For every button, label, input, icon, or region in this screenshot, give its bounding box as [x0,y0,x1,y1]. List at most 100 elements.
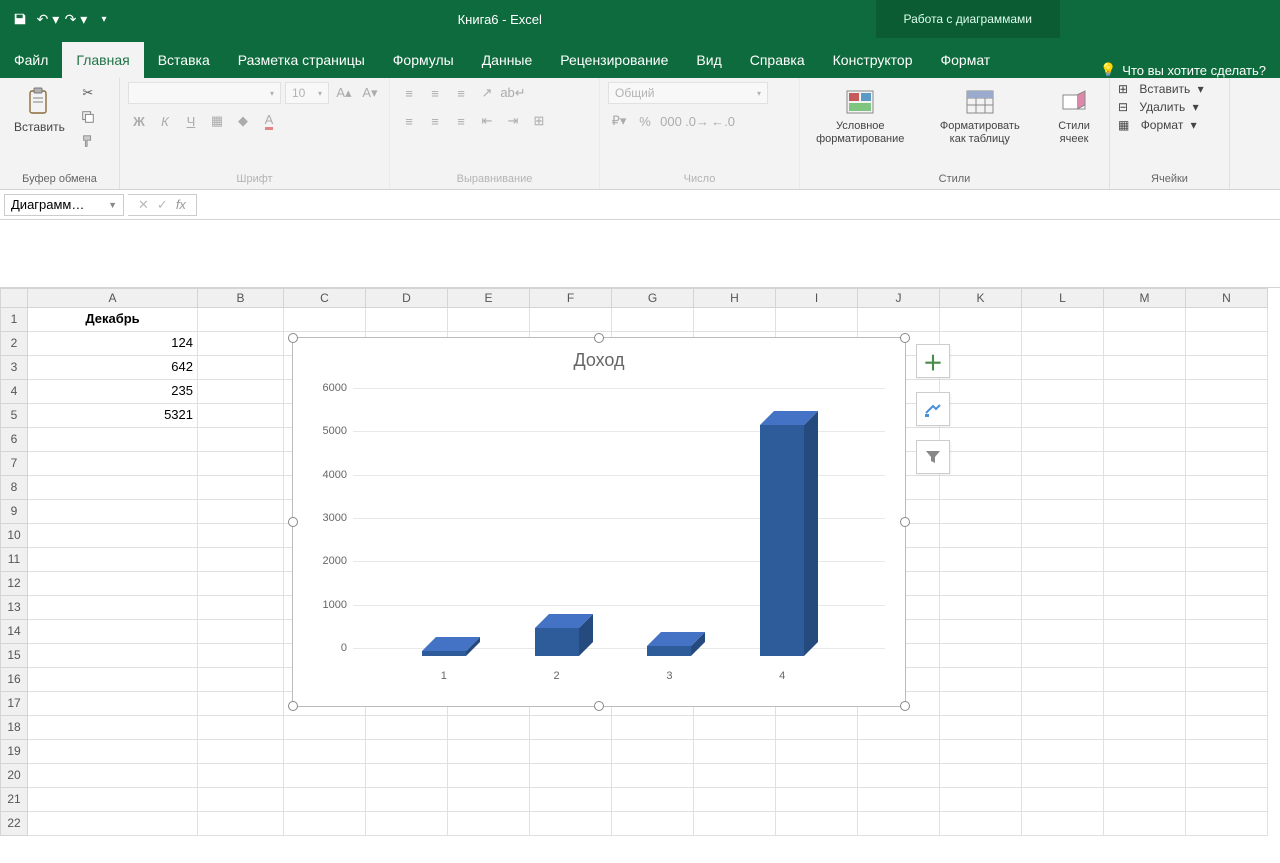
resize-handle-n[interactable] [594,333,604,343]
cell-B17[interactable] [198,692,284,716]
cell-A3[interactable]: 642 [28,356,198,380]
cell-G18[interactable] [612,716,694,740]
cell-C20[interactable] [284,764,366,788]
cell-A18[interactable] [28,716,198,740]
cell-N14[interactable] [1186,620,1268,644]
align-left-icon[interactable]: ≡ [398,110,420,132]
cell-E21[interactable] [448,788,530,812]
cell-L9[interactable] [1022,500,1104,524]
cell-L7[interactable] [1022,452,1104,476]
cell-B19[interactable] [198,740,284,764]
cell-M11[interactable] [1104,548,1186,572]
cell-A8[interactable] [28,476,198,500]
col-header-G[interactable]: G [612,288,694,308]
cell-K13[interactable] [940,596,1022,620]
cell-N8[interactable] [1186,476,1268,500]
cell-M16[interactable] [1104,668,1186,692]
cell-N4[interactable] [1186,380,1268,404]
resize-handle-s[interactable] [594,701,604,711]
cell-H19[interactable] [694,740,776,764]
cell-L15[interactable] [1022,644,1104,668]
row-header-2[interactable]: 2 [0,332,28,356]
cell-K11[interactable] [940,548,1022,572]
resize-handle-nw[interactable] [288,333,298,343]
cell-L16[interactable] [1022,668,1104,692]
fill-color-icon[interactable]: ◆ [232,110,254,132]
resize-handle-e[interactable] [900,517,910,527]
tell-me-search[interactable]: 💡Что вы хотите сделать? [1086,62,1280,78]
copy-icon[interactable] [77,106,99,128]
align-bottom-icon[interactable]: ≡ [450,82,472,104]
cell-B11[interactable] [198,548,284,572]
fx-cancel-icon[interactable]: ✕ [138,197,149,213]
row-header-7[interactable]: 7 [0,452,28,476]
cell-A10[interactable] [28,524,198,548]
cell-N5[interactable] [1186,404,1268,428]
cell-L12[interactable] [1022,572,1104,596]
cell-K8[interactable] [940,476,1022,500]
align-right-icon[interactable]: ≡ [450,110,472,132]
cell-E1[interactable] [448,308,530,332]
tab-формулы[interactable]: Формулы [379,42,468,78]
cell-C21[interactable] [284,788,366,812]
worksheet[interactable]: ABCDEFGHIJKLMN Доход 0100020003000400050… [0,288,1280,836]
tab-формат[interactable]: Формат [926,42,1004,78]
tab-справка[interactable]: Справка [736,42,819,78]
cell-A17[interactable] [28,692,198,716]
cell-M21[interactable] [1104,788,1186,812]
cell-A11[interactable] [28,548,198,572]
col-header-B[interactable]: B [198,288,284,308]
resize-handle-sw[interactable] [288,701,298,711]
cell-J1[interactable] [858,308,940,332]
col-header-H[interactable]: H [694,288,776,308]
cell-K4[interactable] [940,380,1022,404]
cell-K19[interactable] [940,740,1022,764]
col-header-N[interactable]: N [1186,288,1268,308]
cell-D1[interactable] [366,308,448,332]
save-icon[interactable] [8,7,32,31]
cell-L1[interactable] [1022,308,1104,332]
cell-A7[interactable] [28,452,198,476]
cell-N11[interactable] [1186,548,1268,572]
cell-E19[interactable] [448,740,530,764]
cell-N22[interactable] [1186,812,1268,836]
cell-G19[interactable] [612,740,694,764]
cell-B7[interactable] [198,452,284,476]
cell-M17[interactable] [1104,692,1186,716]
cell-L13[interactable] [1022,596,1104,620]
cell-B3[interactable] [198,356,284,380]
cell-B15[interactable] [198,644,284,668]
col-header-C[interactable]: C [284,288,366,308]
cell-M1[interactable] [1104,308,1186,332]
increase-font-icon[interactable]: A▴ [333,82,355,104]
cell-N21[interactable] [1186,788,1268,812]
cell-A5[interactable]: 5321 [28,404,198,428]
row-header-17[interactable]: 17 [0,692,28,716]
format-as-table-button[interactable]: Форматировать как таблицу [926,82,1033,150]
cell-I1[interactable] [776,308,858,332]
row-header-8[interactable]: 8 [0,476,28,500]
cell-B10[interactable] [198,524,284,548]
cell-K20[interactable] [940,764,1022,788]
cell-L6[interactable] [1022,428,1104,452]
wrap-text-icon[interactable]: ab↵ [502,82,524,104]
font-color-icon[interactable]: A [258,110,280,132]
cell-F21[interactable] [530,788,612,812]
row-header-6[interactable]: 6 [0,428,28,452]
row-header-18[interactable]: 18 [0,716,28,740]
paste-button[interactable]: Вставить [8,82,71,138]
cell-N6[interactable] [1186,428,1268,452]
cell-B4[interactable] [198,380,284,404]
cell-B20[interactable] [198,764,284,788]
cell-L18[interactable] [1022,716,1104,740]
cell-N12[interactable] [1186,572,1268,596]
row-header-22[interactable]: 22 [0,812,28,836]
cell-K3[interactable] [940,356,1022,380]
cut-icon[interactable]: ✂ [77,82,99,104]
cell-A22[interactable] [28,812,198,836]
cell-L17[interactable] [1022,692,1104,716]
cell-L22[interactable] [1022,812,1104,836]
tab-конструктор[interactable]: Конструктор [819,42,927,78]
cell-I20[interactable] [776,764,858,788]
cell-A6[interactable] [28,428,198,452]
